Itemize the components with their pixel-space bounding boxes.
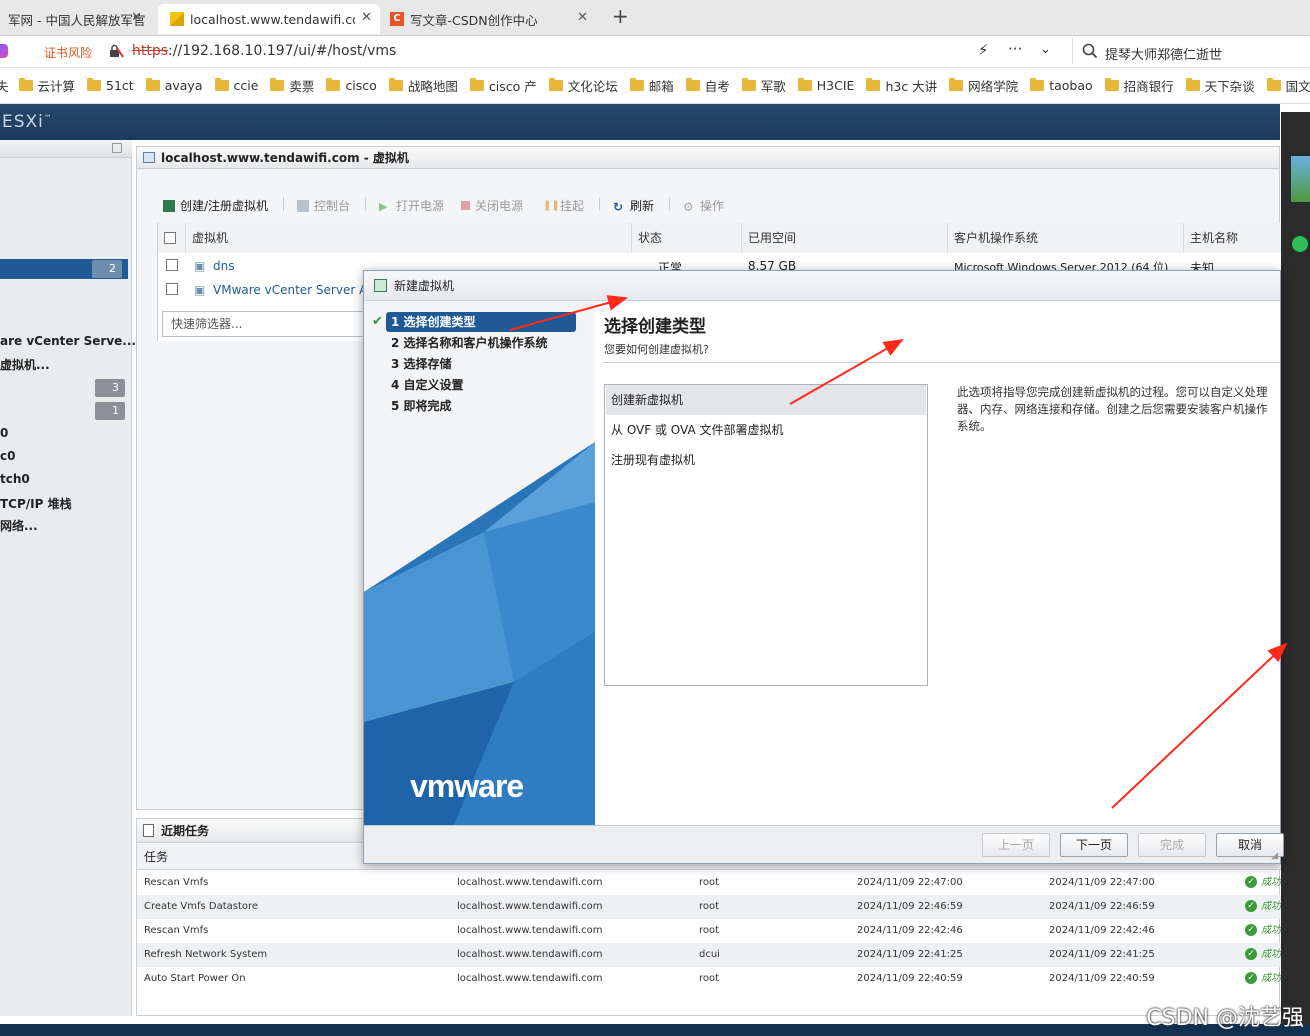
arrow-to-subheading: [789, 339, 904, 405]
annotation-arrows: [509, 295, 1288, 809]
arrow-to-edge: [1111, 642, 1288, 809]
os-taskbar: [0, 1024, 1310, 1036]
csdn-watermark: CSDN @沈艺强: [1146, 1006, 1304, 1031]
arrow-to-title: [509, 295, 628, 331]
